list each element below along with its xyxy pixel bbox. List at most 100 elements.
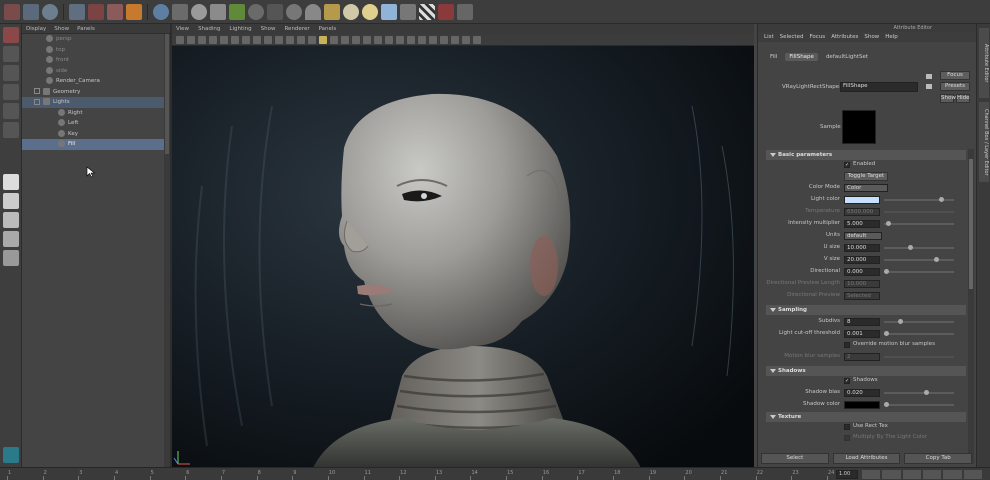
outliner-item-geometry[interactable]: Geometry (22, 87, 170, 98)
plant-icon[interactable] (229, 3, 245, 20)
wireframe-icon[interactable] (286, 35, 294, 44)
move-tool-icon[interactable] (23, 3, 39, 20)
usize-slider[interactable] (884, 247, 954, 249)
red-icon[interactable] (438, 3, 454, 20)
vsize-field[interactable]: 20.000 (844, 256, 880, 264)
cube-icon[interactable] (210, 3, 226, 20)
layout-outliner-icon[interactable] (3, 231, 19, 247)
presets-button[interactable]: Presets (940, 82, 970, 91)
shadow-bias-field[interactable]: 0.020 (844, 389, 880, 397)
outliner-item-lights[interactable]: Lights (22, 97, 170, 108)
xray-icon[interactable] (385, 35, 393, 44)
menu-show[interactable]: Show (864, 34, 879, 40)
focus-button[interactable]: Focus (940, 71, 970, 80)
grid-icon[interactable] (209, 35, 217, 44)
layout-two-icon[interactable] (3, 212, 19, 228)
layout-four-icon[interactable] (3, 193, 19, 209)
menu-help[interactable]: Help (885, 34, 898, 40)
go-to-end-icon[interactable] (963, 470, 982, 479)
view-transform-icon[interactable] (473, 35, 481, 44)
smooth-shade-icon[interactable] (297, 35, 305, 44)
side-tab-attribute-editor[interactable]: Attribute Editor (979, 28, 989, 98)
show-button[interactable]: Show (940, 94, 956, 103)
attribute-editor-scrollbar[interactable] (968, 149, 974, 464)
collapse-minus-icon[interactable] (34, 98, 40, 105)
color-mgmt-icon[interactable] (440, 35, 448, 44)
shadows-icon[interactable] (330, 35, 338, 44)
shadow-bias-slider[interactable] (884, 392, 954, 394)
xray-joints-icon[interactable] (396, 35, 404, 44)
shadows-checkbox[interactable]: ✓ (844, 378, 850, 384)
menu-lighting[interactable]: Lighting (229, 26, 251, 32)
rect-light-icon[interactable] (381, 3, 397, 20)
menu-display[interactable]: Display (26, 26, 46, 32)
expand-plus-icon[interactable] (34, 88, 40, 94)
play-forward-icon[interactable] (922, 470, 942, 479)
load-attributes-button[interactable]: Load Attributes (832, 453, 901, 464)
select-arrow-icon[interactable] (3, 27, 19, 43)
cutoff-slider[interactable] (884, 333, 954, 335)
menu-show[interactable]: Show (261, 26, 276, 32)
spot-light-icon[interactable] (324, 3, 340, 20)
section-shadows[interactable]: Shadows (766, 366, 966, 376)
dome-light-icon[interactable] (286, 3, 302, 20)
intensity-field[interactable]: 5.000 (844, 220, 880, 228)
outliner-scrollbar[interactable] (164, 34, 170, 470)
outliner-item-fill[interactable]: Fill (22, 139, 170, 150)
bookmark-icon[interactable] (187, 35, 195, 44)
safe-action-icon[interactable] (264, 35, 272, 44)
time-slider[interactable]: 1 2 3 4 5 6 7 8 9 10 11 12 13 14 15 16 17 18 19 20 21 22 23 24 … (0, 467, 990, 480)
menu-panels[interactable]: Panels (77, 26, 95, 32)
isolate-icon[interactable] (374, 35, 382, 44)
menu-shading[interactable]: Shading (198, 26, 220, 32)
node-name-field[interactable]: FillShape (840, 82, 918, 92)
cutoff-field[interactable]: 0.001 (844, 330, 880, 338)
subdivs-field[interactable]: 8 (844, 318, 880, 326)
safe-title-icon[interactable] (275, 35, 283, 44)
intensity-knob[interactable] (886, 221, 891, 226)
xray-components-icon[interactable] (407, 35, 415, 44)
directional-field[interactable]: 0.000 (844, 268, 880, 276)
tab-defaultlightset[interactable]: defaultLightSet (822, 53, 872, 61)
layout-single-icon[interactable] (3, 174, 19, 190)
menu-panels[interactable]: Panels (319, 26, 337, 32)
outliner-item-right[interactable]: Right (22, 108, 170, 119)
outliner-item-front[interactable]: front (22, 55, 170, 66)
light-color-knob[interactable] (939, 197, 944, 202)
lasso-icon[interactable] (3, 46, 19, 62)
subdivs-knob[interactable] (898, 319, 903, 324)
directional-knob[interactable] (884, 269, 889, 274)
menu-show[interactable]: Show (54, 26, 69, 32)
layout-graph-icon[interactable] (3, 250, 19, 266)
half-sphere-icon[interactable] (305, 3, 321, 20)
intensity-slider[interactable] (884, 223, 954, 225)
paint-select-icon[interactable] (3, 65, 19, 81)
outliner-item-persp[interactable]: persp (22, 34, 170, 45)
ao-icon[interactable] (341, 35, 349, 44)
gate-mask-icon[interactable] (242, 35, 250, 44)
arrow-icon[interactable] (926, 74, 932, 79)
render-view-icon[interactable] (429, 35, 437, 44)
shadow-color-knob[interactable] (884, 402, 889, 407)
tab-fill[interactable]: Fill (766, 53, 781, 61)
outliner-item-side[interactable]: side (22, 66, 170, 77)
cutoff-knob[interactable] (884, 331, 889, 336)
section-texture[interactable]: Texture (766, 412, 966, 422)
motion-blur-icon[interactable] (352, 35, 360, 44)
render-icon[interactable] (69, 3, 85, 20)
bulb-icon[interactable] (343, 3, 359, 20)
image-plane-icon[interactable] (198, 35, 206, 44)
use-rect-tex-checkbox[interactable] (844, 424, 850, 430)
attribute-editor-scroll-thumb[interactable] (969, 159, 973, 289)
copy-tab-button[interactable]: Copy Tab (904, 453, 973, 464)
menu-view[interactable]: View (176, 26, 189, 32)
camera-attr-icon[interactable] (176, 35, 184, 44)
toggle-target-button[interactable]: Toggle Target (844, 172, 888, 181)
move-icon[interactable] (3, 84, 19, 100)
camera-icon[interactable] (400, 3, 416, 20)
section-basic-parameters[interactable]: Basic parameters (766, 150, 966, 160)
vsize-slider[interactable] (884, 259, 954, 261)
outliner-item-render-camera[interactable]: Render_Camera (22, 76, 170, 87)
resolution-gate-icon[interactable] (231, 35, 239, 44)
usize-field[interactable]: 10.000 (844, 244, 880, 252)
